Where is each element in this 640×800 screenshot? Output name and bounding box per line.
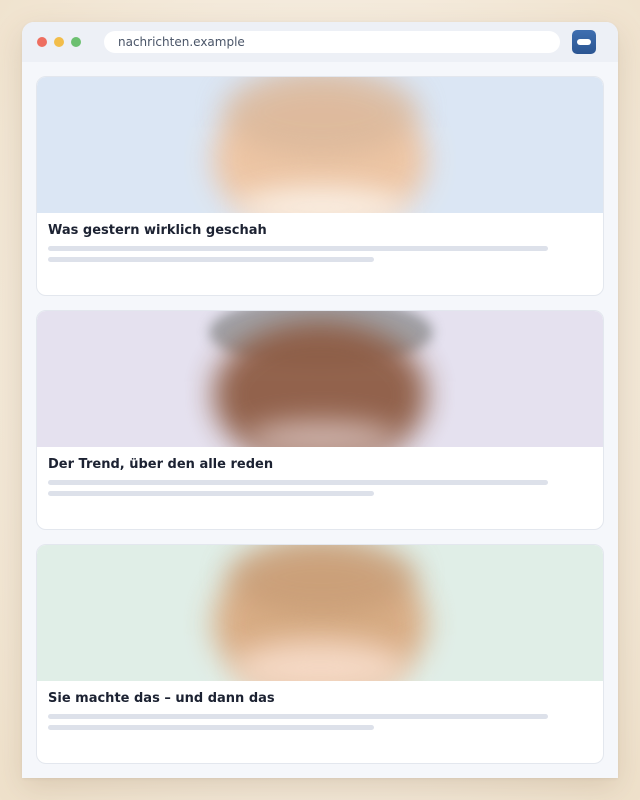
text-placeholder-line	[48, 246, 548, 251]
toggle-icon	[577, 39, 591, 45]
browser-window: nachrichten.example Was gestern wirklich…	[22, 22, 618, 778]
article-title[interactable]: Der Trend, über den alle reden	[48, 457, 273, 472]
text-placeholder-line	[48, 714, 548, 719]
text-placeholder-line	[48, 725, 374, 730]
text-placeholder-line	[48, 257, 374, 262]
extension-button[interactable]	[572, 30, 596, 54]
article-thumbnail	[37, 311, 603, 447]
text-placeholder-line	[48, 491, 374, 496]
news-feed: Was gestern wirklich geschah Der Trend, …	[22, 62, 618, 778]
address-bar[interactable]: nachrichten.example	[104, 31, 560, 53]
article-title[interactable]: Was gestern wirklich geschah	[48, 223, 267, 238]
article-thumbnail	[37, 545, 603, 681]
close-window-button[interactable]	[37, 37, 47, 47]
article-thumbnail	[37, 77, 603, 213]
maximize-window-button[interactable]	[71, 37, 81, 47]
text-placeholder-line	[48, 480, 548, 485]
article-card[interactable]: Was gestern wirklich geschah	[36, 76, 604, 296]
minimize-window-button[interactable]	[54, 37, 64, 47]
article-card[interactable]: Sie machte das – und dann das	[36, 544, 604, 764]
browser-titlebar: nachrichten.example	[22, 22, 618, 62]
article-card[interactable]: Der Trend, über den alle reden	[36, 310, 604, 530]
article-title[interactable]: Sie machte das – und dann das	[48, 691, 275, 706]
